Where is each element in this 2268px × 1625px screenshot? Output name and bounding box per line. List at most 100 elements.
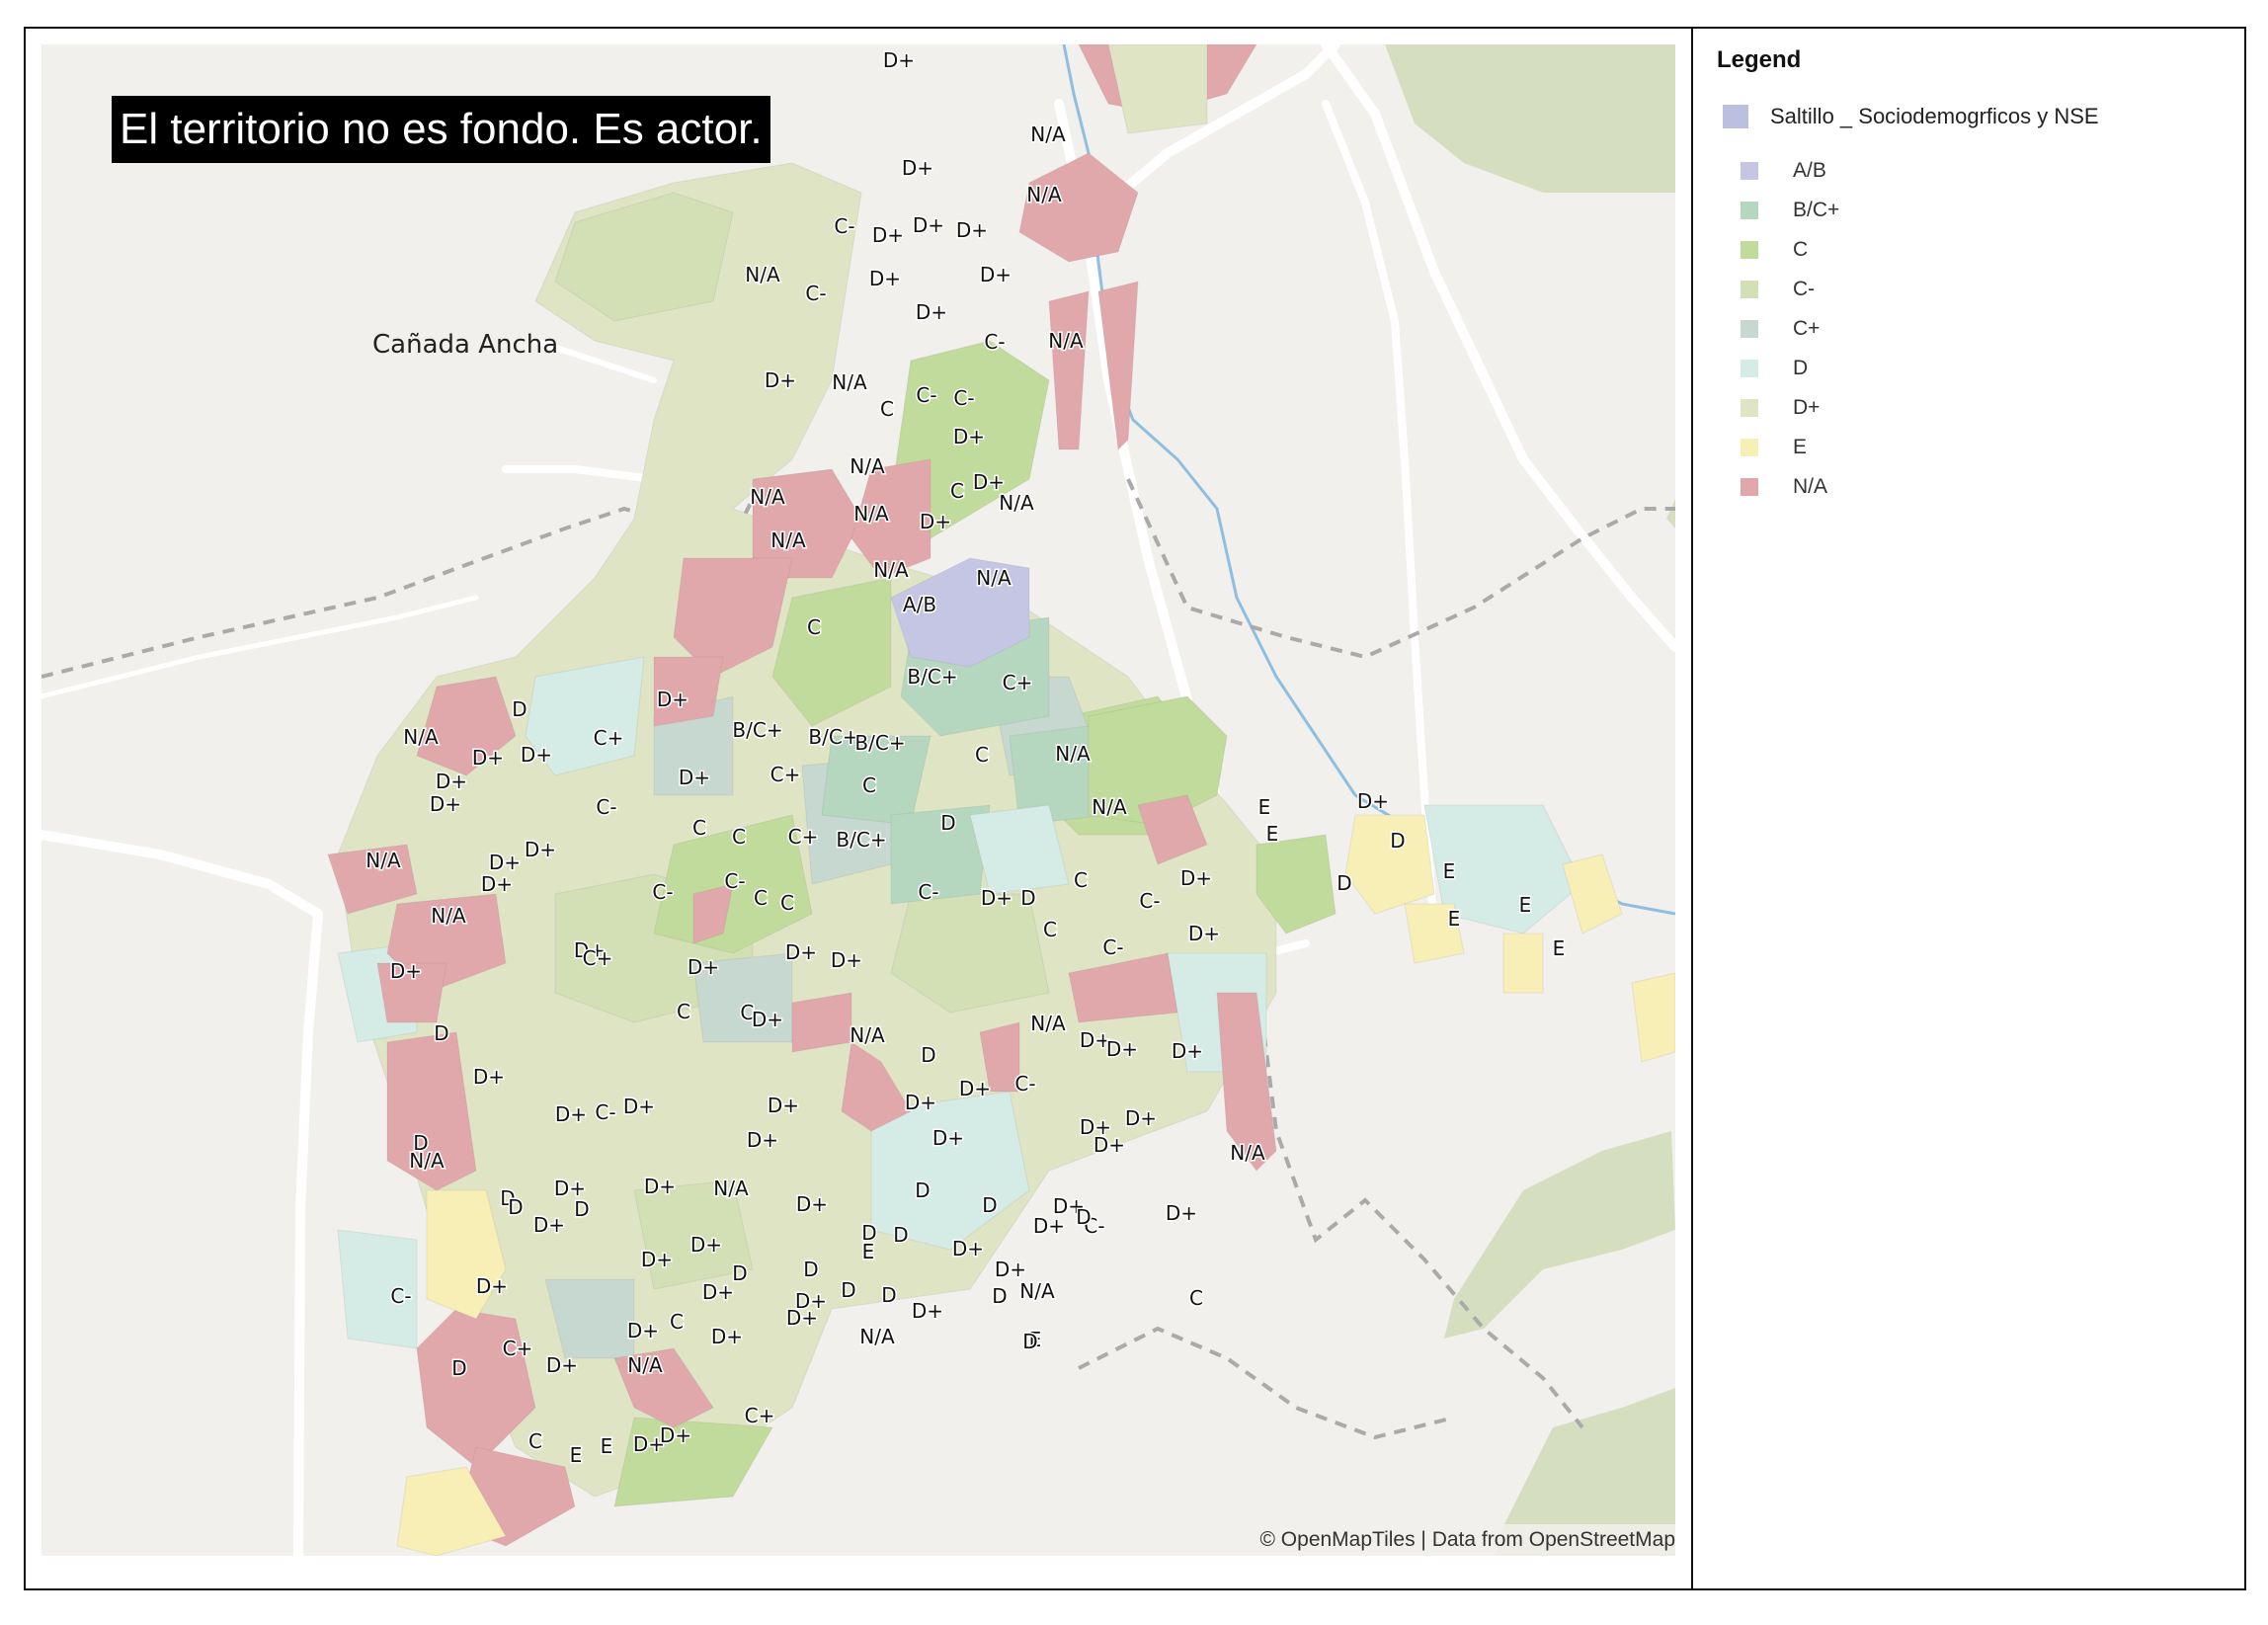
nse-zone: [791, 992, 852, 1053]
zone-label: C: [880, 397, 894, 421]
zone-label: D+: [796, 1192, 828, 1216]
zone-label: D+: [913, 213, 944, 237]
zone-label: D: [992, 1284, 1007, 1308]
zone-label: D+: [932, 1126, 964, 1150]
zone-label: D+: [476, 1274, 508, 1298]
zone-label: D: [1336, 871, 1351, 895]
zone-label: D: [893, 1223, 908, 1247]
zone-label: C-: [918, 880, 938, 904]
legend-item-label: C: [1793, 238, 1809, 261]
legend-swatch: [1741, 202, 1758, 219]
legend-layer-entry[interactable]: Saltillo _ Sociodemogrficos y NSE: [1723, 104, 2099, 129]
legend-swatch: [1741, 241, 1758, 259]
zone-label: D+: [555, 1102, 587, 1126]
zone-label: D+: [481, 872, 513, 896]
zone-label: C: [807, 615, 821, 639]
legend-swatch: [1741, 439, 1758, 456]
zone-label: D+: [752, 1008, 783, 1031]
zone-label: C-: [805, 282, 826, 305]
map-viewport[interactable]: D+ N/A N/A D+ C- D+ D+ D+ N/A C- D+ D+ D+ C- N/A D+ N/A C…: [41, 44, 1675, 1556]
legend-item-e: E: [1741, 428, 1839, 467]
zone-label: D+: [920, 510, 951, 533]
zone-label: D+: [912, 1299, 943, 1323]
zone-label: N/A: [850, 454, 885, 478]
legend-item-ab: A/B: [1741, 151, 1839, 191]
zone-label: N/A: [770, 528, 806, 552]
legend-item-label: A/B: [1793, 159, 1826, 182]
zone-label: D+: [768, 1094, 799, 1117]
legend-item-label: B/C+: [1793, 199, 1840, 221]
legend-item-label: C+: [1793, 317, 1821, 340]
zone-label: D: [1020, 886, 1035, 910]
zone-label: N/A: [859, 1325, 895, 1348]
zone-label: D+: [1188, 922, 1220, 945]
zone-label: D+: [872, 223, 904, 247]
zone-label: D+: [995, 1258, 1026, 1281]
zone-label: D+: [980, 263, 1012, 286]
zone-label: C-: [724, 869, 745, 893]
legend-item-c-plus: C+: [1741, 309, 1839, 349]
zone-label: D: [732, 1261, 747, 1285]
zone-label: D+: [1180, 866, 1212, 890]
zone-label: D+: [525, 838, 556, 861]
zone-label: D+: [831, 948, 862, 972]
zone-label: C+: [583, 946, 613, 970]
legend-swatch: [1741, 281, 1758, 298]
zone-label: C: [950, 479, 964, 503]
zone-label: N/A: [1019, 1279, 1055, 1303]
zone-label: D: [508, 1195, 523, 1219]
zone-label: D+: [1033, 1214, 1065, 1238]
zone-label: D+: [1166, 1201, 1197, 1225]
zone-label: N/A: [1026, 183, 1062, 206]
legend-item-c-minus: C-: [1741, 270, 1839, 309]
legend-swatch: [1741, 320, 1758, 338]
zone-label: D+: [916, 300, 947, 324]
zone-label: C-: [953, 386, 974, 410]
zone-label: D+: [546, 1353, 578, 1377]
zone-label: C-: [390, 1284, 411, 1308]
zone-label: N/A: [1092, 795, 1127, 819]
zone-label: D+: [959, 1077, 991, 1100]
zone-label: C+: [503, 1337, 533, 1360]
zone-label: D+: [627, 1319, 659, 1342]
zone-label: A/B: [903, 593, 936, 616]
zone-label: D: [982, 1193, 997, 1217]
zone-label: D+: [1094, 1133, 1125, 1157]
zone-label: D: [1076, 1205, 1091, 1229]
zone-label: D+: [623, 1095, 655, 1118]
legend-item-c: C: [1741, 230, 1839, 270]
zone-label: D: [512, 697, 526, 721]
zone-label: C-: [1014, 1072, 1035, 1096]
legend-item-label: C-: [1793, 278, 1816, 300]
place-label: Cañada Ancha: [372, 330, 558, 360]
zone-label: N/A: [365, 849, 401, 872]
zone-label: N/A: [403, 725, 439, 749]
zone-label: D+: [786, 1306, 818, 1330]
zone-label: D: [881, 1283, 896, 1307]
zone-label: E: [862, 1240, 875, 1263]
legend-panel: Legend Saltillo _ Sociodemogrficos y NSE…: [1693, 29, 2244, 1588]
zone-label: C-: [834, 214, 854, 238]
legend-swatch: [1741, 478, 1758, 496]
zone-label: D+: [711, 1325, 743, 1348]
zone-label: D+: [533, 1213, 565, 1237]
zone-label: N/A: [750, 485, 785, 509]
zone-label: E: [1519, 893, 1532, 917]
zone-label: D+: [436, 770, 467, 793]
zone-label: D+: [390, 959, 422, 983]
zone-label: C: [732, 825, 746, 849]
zone-label: C: [1043, 918, 1057, 941]
zone-label: N/A: [409, 1149, 445, 1173]
map-title: El territorio no es fondo. Es actor.: [112, 96, 770, 163]
zone-label: N/A: [976, 566, 1012, 590]
zone-label: D+: [1357, 789, 1389, 813]
map-canvas[interactable]: D+ N/A N/A D+ C- D+ D+ D+ N/A C- D+ D+ D+ C- N/A D+ N/A C…: [41, 44, 1675, 1556]
map-attribution[interactable]: © OpenMapTiles | Data from OpenStreetMap: [1254, 1524, 1675, 1556]
zone-label: C: [754, 886, 768, 910]
zone-label: D: [803, 1258, 818, 1281]
map-figure: D+ N/A N/A D+ C- D+ D+ D+ N/A C- D+ D+ D+ C- N/A D+ N/A C…: [24, 27, 2246, 1590]
zone-label: N/A: [850, 1023, 885, 1047]
legend-item-label: D+: [1793, 396, 1821, 419]
zone-label: B/C+: [907, 665, 957, 689]
zone-label: D+: [660, 1423, 691, 1447]
